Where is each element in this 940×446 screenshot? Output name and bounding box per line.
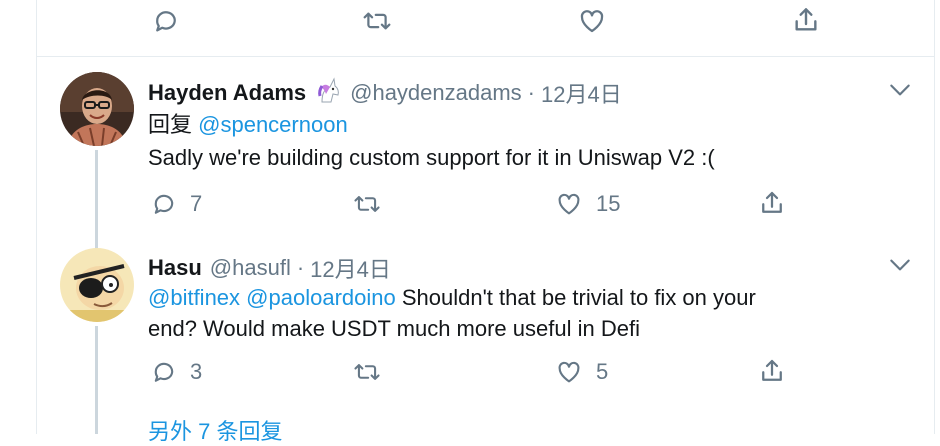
- retweet-icon: [363, 12, 391, 30]
- timestamp[interactable]: 12月4日: [310, 252, 391, 284]
- mention-link[interactable]: @paoloardoino: [246, 285, 396, 310]
- tweet-header: Hayden Adams @haydenzadams · 12月4日: [148, 76, 622, 110]
- retweet-button[interactable]: [352, 190, 382, 218]
- heart-icon: [558, 193, 580, 215]
- reply-icon: [154, 362, 174, 382]
- timestamp[interactable]: 12月4日: [541, 77, 622, 109]
- heart-icon: [580, 10, 604, 33]
- avatar[interactable]: [60, 72, 134, 146]
- retweet-button[interactable]: [361, 6, 393, 36]
- mention-link[interactable]: @bitfinex: [148, 285, 240, 310]
- avatar[interactable]: [60, 248, 134, 322]
- tweet-text-line: end? Would make USDT much more useful in…: [148, 316, 640, 341]
- display-name[interactable]: Hayden Adams: [148, 80, 306, 106]
- separator-dot: ·: [296, 255, 305, 280]
- chevron-down-icon: [890, 84, 910, 96]
- heart-icon: [558, 361, 580, 383]
- mention-link[interactable]: @spencernoon: [198, 112, 348, 137]
- tweet-menu-button[interactable]: [887, 255, 913, 280]
- reply-icon: [156, 11, 176, 32]
- tweet-text: @bitfinex @paoloardoino Shouldn't that b…: [148, 282, 908, 344]
- share-icon: [762, 191, 782, 213]
- tweet-actions: 3 5: [0, 354, 940, 394]
- like-button[interactable]: 15: [554, 190, 620, 218]
- retweet-button[interactable]: [352, 358, 382, 386]
- share-icon: [762, 359, 782, 381]
- tweet-menu-button[interactable]: [887, 80, 913, 105]
- reply-button[interactable]: [151, 6, 181, 36]
- more-replies-link[interactable]: 另外 7 条回复: [148, 414, 282, 446]
- like-count: 15: [596, 191, 621, 216]
- avatar-photo: [60, 72, 134, 146]
- tweet-actions: 7 15: [0, 186, 940, 226]
- tweet-text: Sadly we're building custom support for …: [148, 145, 715, 170]
- previous-tweet-actions: [0, 2, 940, 42]
- unicorn-icon: [314, 76, 342, 110]
- user-handle[interactable]: @hasufl: [210, 255, 291, 281]
- reply-prefix: 回复: [148, 112, 193, 137]
- reply-button[interactable]: 7: [150, 190, 202, 218]
- divider: [37, 56, 934, 57]
- reply-button[interactable]: 3: [150, 358, 202, 386]
- tweet-text-line: Shouldn't that be trivial to fix on your: [401, 285, 756, 310]
- reply-icon: [154, 194, 174, 214]
- separator-dot: ·: [527, 80, 535, 105]
- like-count: 5: [596, 359, 609, 384]
- tweet-header: Hasu @hasufl · 12月4日: [148, 252, 391, 284]
- retweet-icon: [354, 364, 380, 380]
- retweet-icon: [354, 196, 380, 212]
- share-button[interactable]: [757, 188, 787, 218]
- share-button[interactable]: [790, 4, 822, 36]
- share-button[interactable]: [757, 356, 787, 386]
- reply-count: 3: [190, 359, 203, 384]
- like-button[interactable]: [576, 6, 608, 36]
- display-name[interactable]: Hasu: [148, 255, 202, 281]
- avatar-photo: [60, 248, 134, 322]
- share-icon: [795, 8, 817, 31]
- reply-context: 回复 @spencernoon: [148, 109, 348, 140]
- reply-count: 7: [190, 191, 203, 216]
- like-button[interactable]: 5: [554, 358, 608, 386]
- chevron-down-icon: [890, 259, 910, 271]
- user-handle[interactable]: @haydenzadams: [350, 80, 522, 106]
